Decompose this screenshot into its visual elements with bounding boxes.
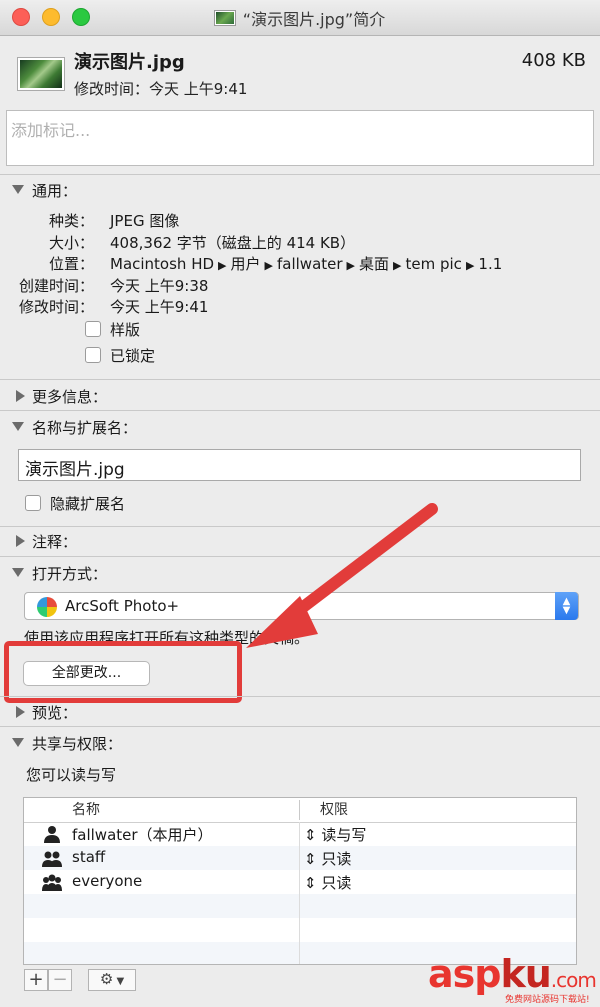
info-window: “演示图片.jpg”简介 演示图片.jpg 408 KB 修改时间：今天 上午9… — [0, 0, 600, 1007]
annotation-arrow-icon — [246, 503, 438, 648]
